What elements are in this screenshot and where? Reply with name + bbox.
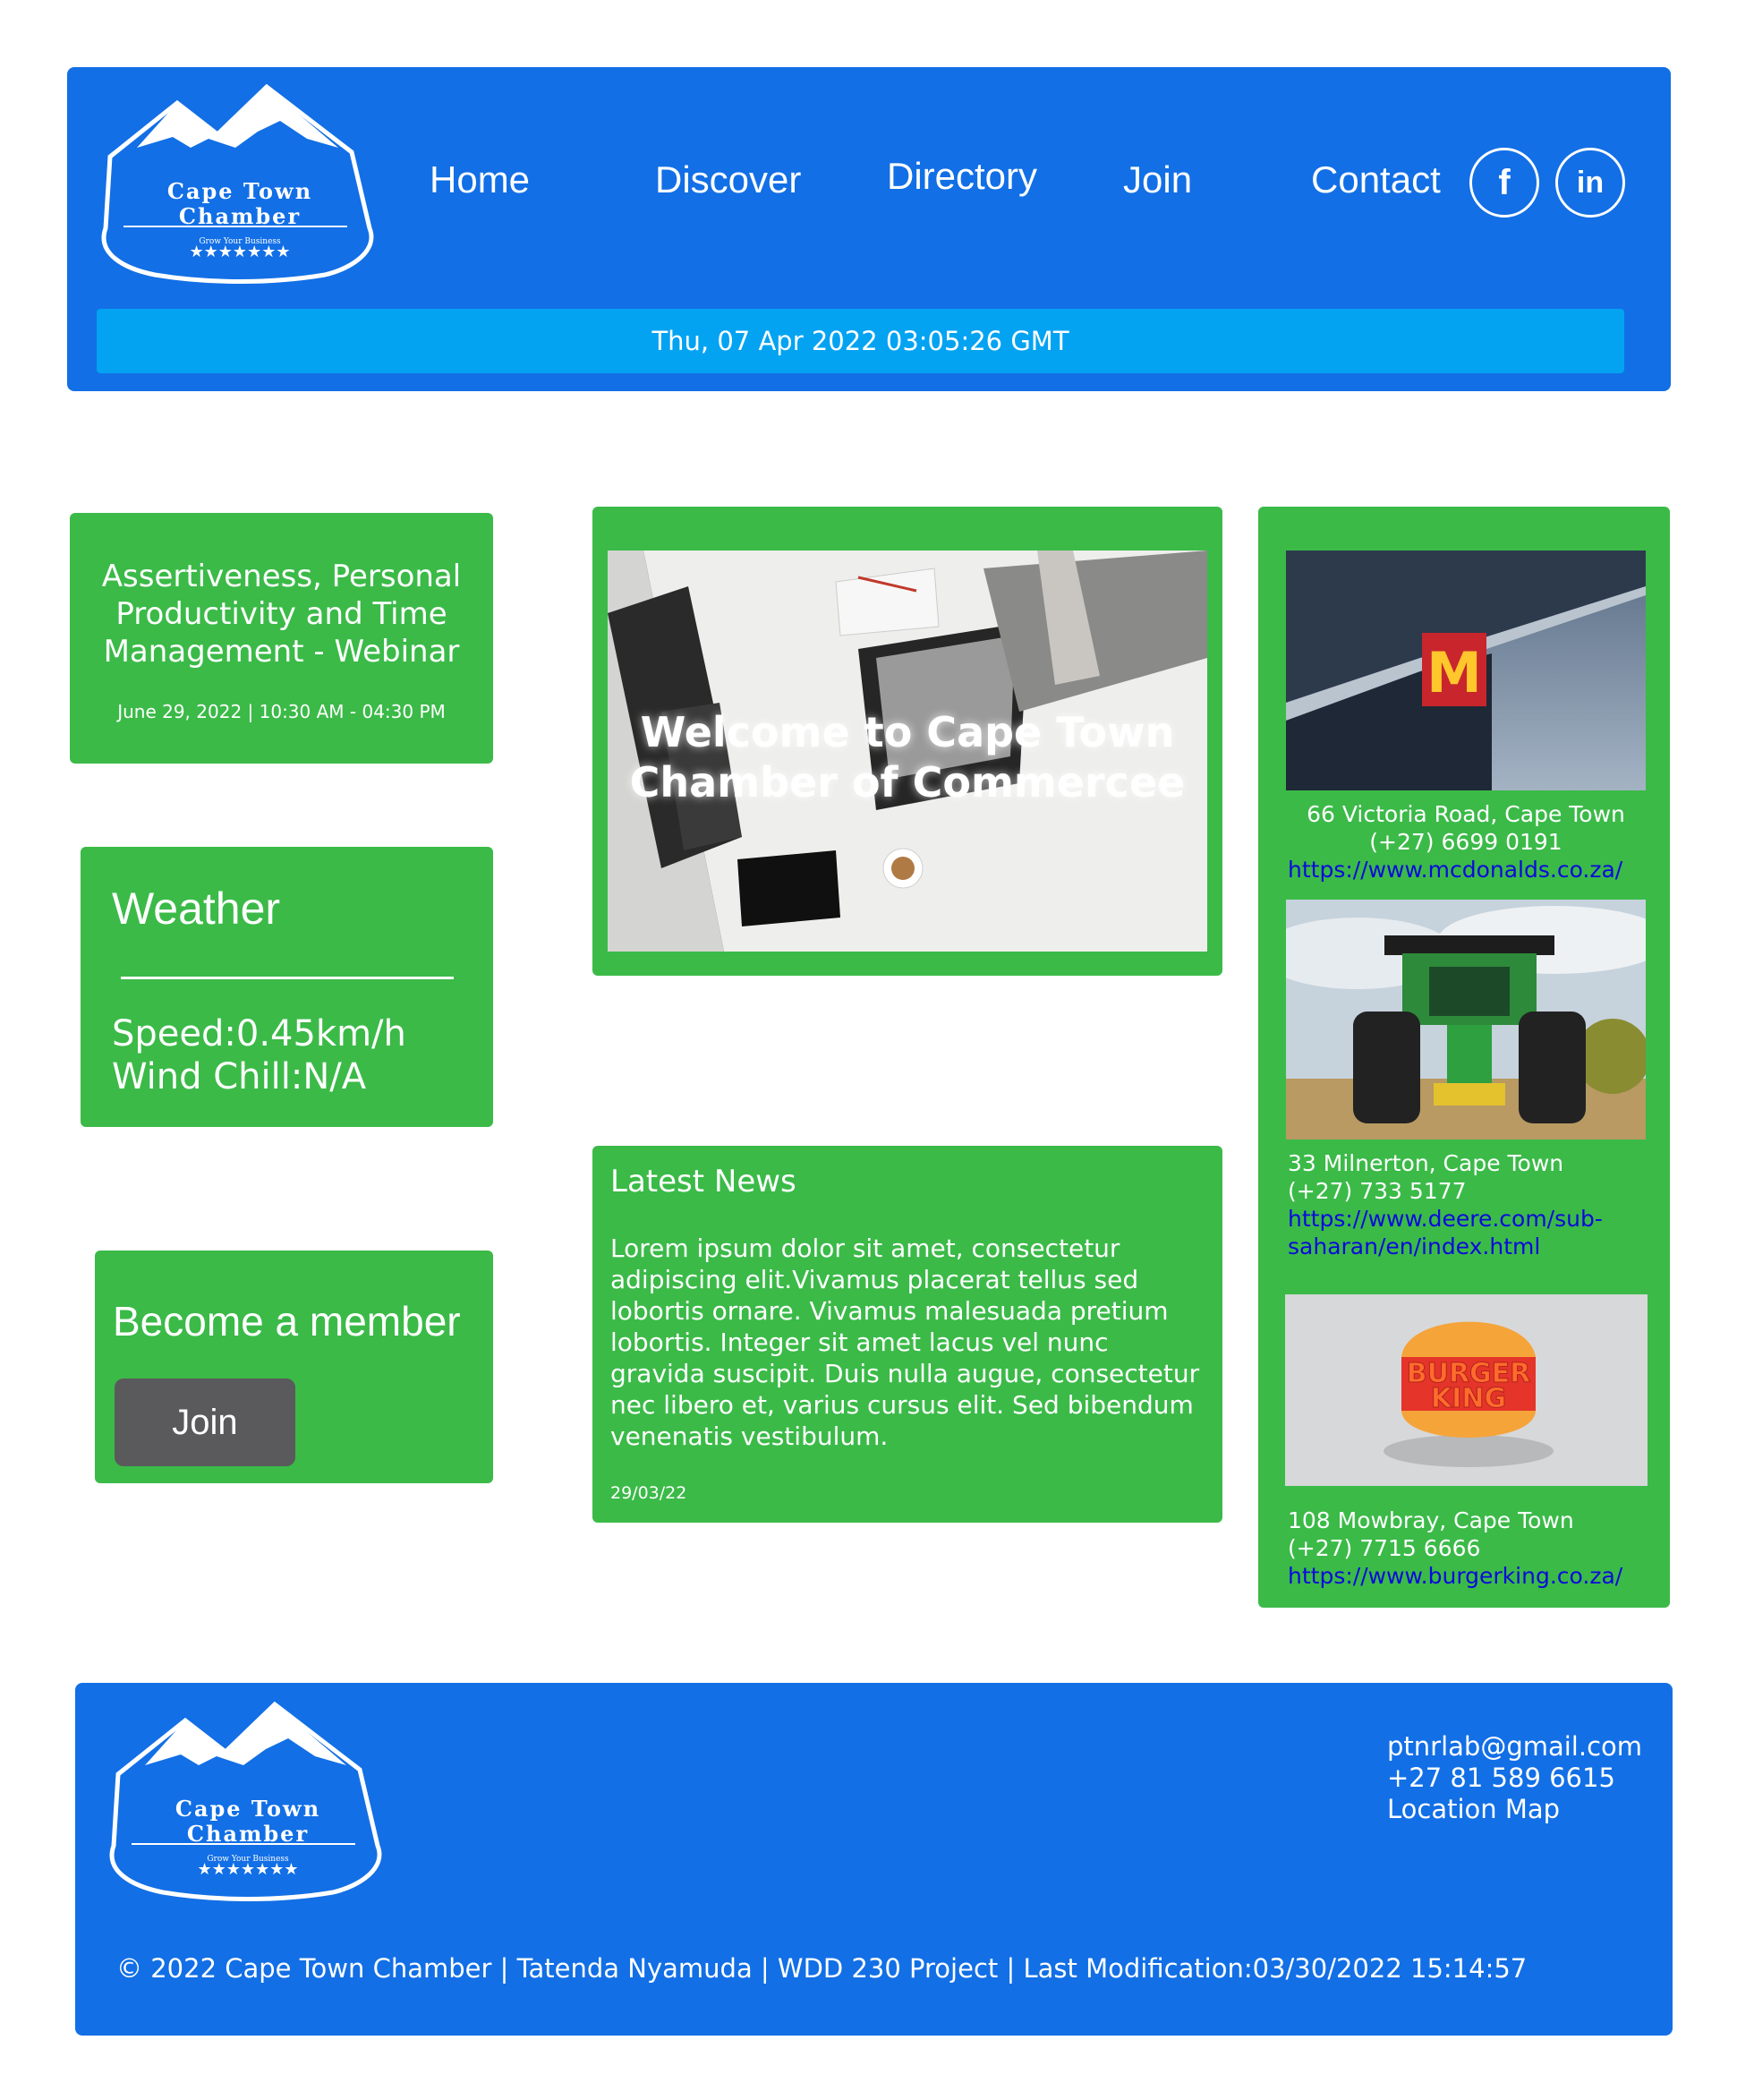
weather-divider xyxy=(121,977,454,979)
mcdonalds-image: M xyxy=(1286,551,1646,790)
burger-king-logo-image: BURGER KING xyxy=(1285,1294,1648,1486)
mcdonalds-storefront-image: M xyxy=(1286,551,1646,790)
facebook-icon[interactable]: f xyxy=(1469,148,1539,218)
business-phone: (+27) 7715 6666 xyxy=(1288,1535,1481,1561)
business-link[interactable]: https://www.burgerking.co.za/ xyxy=(1288,1562,1622,1590)
mcdonalds-m-logo: M xyxy=(1426,640,1482,705)
deere-image xyxy=(1286,900,1646,1140)
event-date: June 29, 2022 | 10:30 AM - 04:30 PM xyxy=(117,701,446,722)
weather-card: Weather Speed:0.45km/h Wind Chill:N/A xyxy=(81,847,493,1127)
membership-card: Become a member Join xyxy=(95,1251,493,1483)
business-address: 33 Milnerton, Cape Town xyxy=(1288,1150,1564,1176)
nav-join[interactable]: Join xyxy=(1123,158,1192,201)
footer-copyright: © 2022 Cape Town Chamber | Tatenda Nyamu… xyxy=(116,1953,1528,1984)
site-header: ★★★★★★★ Cape Town Chamber Grow Your Busi… xyxy=(67,67,1671,391)
weather-title: Weather xyxy=(112,884,281,934)
weather-speed: Speed:0.45km/h xyxy=(112,1013,406,1054)
hero-image: Welcome to Cape Town Chamber of Commerce… xyxy=(608,551,1207,952)
news-card: Latest News Lorem ipsum dolor sit amet, … xyxy=(592,1146,1222,1523)
logo-line-1: Cape Town xyxy=(175,1796,321,1822)
logo-line-1: Cape Town xyxy=(166,178,313,204)
nav-contact[interactable]: Contact xyxy=(1311,158,1441,201)
business-phone: (+27) 733 5177 xyxy=(1288,1178,1467,1204)
news-body: Lorem ipsum dolor sit amet, consectetur … xyxy=(610,1234,1200,1451)
footer-logo[interactable]: ★★★★★★★ Cape Town Chamber Grow Your Busi… xyxy=(91,1694,404,1908)
join-button[interactable]: Join xyxy=(115,1379,295,1466)
business-address: 108 Mowbray, Cape Town xyxy=(1288,1507,1574,1533)
weather-wind-chill: Wind Chill:N/A xyxy=(112,1056,367,1097)
hero-headline: Welcome to Cape Town Chamber of Commerce… xyxy=(629,708,1186,807)
hero-card: Welcome to Cape Town Chamber of Commerce… xyxy=(592,507,1222,976)
nav-home[interactable]: Home xyxy=(430,158,530,201)
footer-phone: +27 81 589 6615 xyxy=(1387,1763,1615,1793)
event-card: Assertiveness, Personal Productivity and… xyxy=(70,513,493,764)
site-footer: ★★★★★★★ Cape Town Chamber Grow Your Busi… xyxy=(75,1683,1673,2036)
logo-tagline: Grow Your Business xyxy=(199,237,281,246)
burger-king-image: BURGER KING xyxy=(1285,1294,1648,1486)
nav-discover[interactable]: Discover xyxy=(655,158,801,201)
membership-title: Become a member xyxy=(113,1298,461,1345)
logo-line-2: Chamber xyxy=(178,203,302,229)
business-phone: (+27) 6699 0191 xyxy=(1369,829,1562,855)
linkedin-icon[interactable]: in xyxy=(1555,148,1625,218)
footer-contact: ptnrlab@gmail.com +27 81 589 6615 Locati… xyxy=(1387,1731,1642,1825)
news-date: 29/03/22 xyxy=(610,1483,687,1503)
business-address: 66 Victoria Road, Cape Town xyxy=(1307,801,1625,827)
burger-king-logo-text-2: KING xyxy=(1431,1383,1506,1414)
current-date: Thu, 07 Apr 2022 03:05:26 GMT xyxy=(651,326,1069,356)
nav-directory[interactable]: Directory xyxy=(887,155,1037,198)
logo-tagline: Grow Your Business xyxy=(207,1855,289,1864)
business-link-continued[interactable]: saharan/en/index.html xyxy=(1288,1233,1540,1260)
business-link[interactable]: https://www.mcdonalds.co.za/ xyxy=(1288,856,1622,884)
logo-line-2: Chamber xyxy=(186,1821,310,1847)
current-date-bar: Thu, 07 Apr 2022 03:05:26 GMT xyxy=(97,309,1624,373)
event-title: Assertiveness, Personal Productivity and… xyxy=(101,559,462,670)
green-tractor-image xyxy=(1286,900,1646,1140)
business-link[interactable]: https://www.deere.com/sub- xyxy=(1288,1205,1603,1233)
site-logo[interactable]: ★★★★★★★ Cape Town Chamber Grow Your Busi… xyxy=(83,76,396,291)
footer-location-map[interactable]: Location Map xyxy=(1387,1794,1642,1825)
footer-email[interactable]: ptnrlab@gmail.com xyxy=(1387,1731,1642,1763)
news-title: Latest News xyxy=(610,1164,796,1199)
directory-card: M 66 Victoria Road, Cape Town (+27) 6699… xyxy=(1258,507,1670,1608)
